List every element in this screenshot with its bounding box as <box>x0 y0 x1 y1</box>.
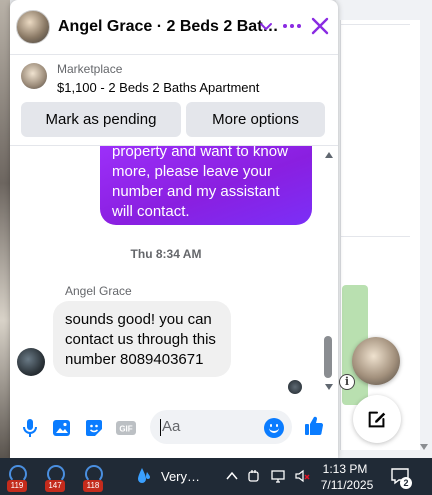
info-icon[interactable]: i <box>339 374 355 390</box>
scroll-up-arrow[interactable] <box>325 152 333 158</box>
new-message-button[interactable] <box>353 395 401 443</box>
photo-icon[interactable] <box>50 416 74 440</box>
compose-icon <box>368 411 386 428</box>
windows-taskbar: 119 147 118 Very… 1:13 PM 7/11/2025 2 <box>0 458 432 495</box>
chat-head-avatar[interactable] <box>352 337 400 385</box>
chat-title[interactable]: Angel Grace · 2 Beds 2 Bat… <box>58 18 279 36</box>
incoming-message[interactable]: sounds good! you can contact us through … <box>53 301 231 377</box>
taskbar-app-badge: 118 <box>83 480 103 492</box>
taskbar-app-badge: 147 <box>45 480 65 492</box>
mark-as-pending-button[interactable]: Mark as pending <box>21 102 181 137</box>
message-input-placeholder: Aa <box>162 418 181 435</box>
gif-icon[interactable]: GIF <box>114 416 138 440</box>
contact-avatar[interactable] <box>16 10 50 44</box>
sender-avatar[interactable] <box>17 348 45 376</box>
sticker-icon[interactable] <box>82 416 106 440</box>
taskbar-app-2[interactable]: 147 <box>42 462 70 492</box>
emoji-icon[interactable] <box>264 418 284 438</box>
clock-date[interactable]: 7/11/2025 <box>320 477 374 493</box>
weather-label[interactable]: Very… <box>161 469 200 484</box>
chevron-down-icon[interactable] <box>258 18 274 34</box>
meet-now-icon[interactable] <box>246 468 262 484</box>
message-timestamp: Thu 8:34 AM <box>130 247 202 261</box>
chat-window: Angel Grace · 2 Beds 2 Bat… Marketplace … <box>10 0 338 458</box>
seen-receipt-avatar <box>288 380 302 394</box>
scroll-down-arrow[interactable] <box>325 384 333 390</box>
message-scrollbar[interactable] <box>322 146 336 394</box>
listing-source: Marketplace <box>57 62 123 76</box>
more-options-icon[interactable] <box>280 16 304 36</box>
microphone-icon[interactable] <box>18 416 42 440</box>
sender-name: Angel Grace <box>65 284 132 298</box>
notification-center-button[interactable]: 2 <box>390 466 414 489</box>
taskbar-app-1[interactable]: 119 <box>4 462 32 492</box>
scroll-thumb[interactable] <box>324 336 332 378</box>
listing-title[interactable]: $1,100 - 2 Beds 2 Baths Apartment <box>57 80 259 95</box>
taskbar-app-3[interactable]: 118 <box>80 462 108 492</box>
svg-text:GIF: GIF <box>119 425 132 434</box>
chat-header: Angel Grace · 2 Beds 2 Bat… <box>10 0 338 54</box>
page-scroll-down-arrow[interactable] <box>420 444 428 450</box>
background-page-left <box>0 0 10 458</box>
message-input[interactable]: Aa <box>150 410 292 444</box>
marketplace-listing-banner: Marketplace $1,100 - 2 Beds 2 Baths Apar… <box>10 54 338 146</box>
volume-muted-icon[interactable] <box>294 468 310 484</box>
close-icon[interactable] <box>308 14 332 38</box>
more-options-button[interactable]: More options <box>186 102 325 137</box>
chevron-up-icon[interactable] <box>224 468 240 484</box>
weather-rain-icon[interactable] <box>137 466 151 486</box>
outgoing-message[interactable]: property and want to know more, please l… <box>100 146 312 225</box>
message-composer: GIF Aa <box>10 398 338 458</box>
notification-count: 2 <box>400 477 412 489</box>
clock-time[interactable]: 1:13 PM <box>320 461 370 477</box>
listing-thumbnail[interactable] <box>21 63 47 89</box>
taskbar-app-badge: 119 <box>7 480 27 492</box>
network-icon[interactable] <box>270 468 286 484</box>
message-list: property and want to know more, please l… <box>10 146 338 398</box>
thumbs-up-icon[interactable] <box>302 414 326 438</box>
